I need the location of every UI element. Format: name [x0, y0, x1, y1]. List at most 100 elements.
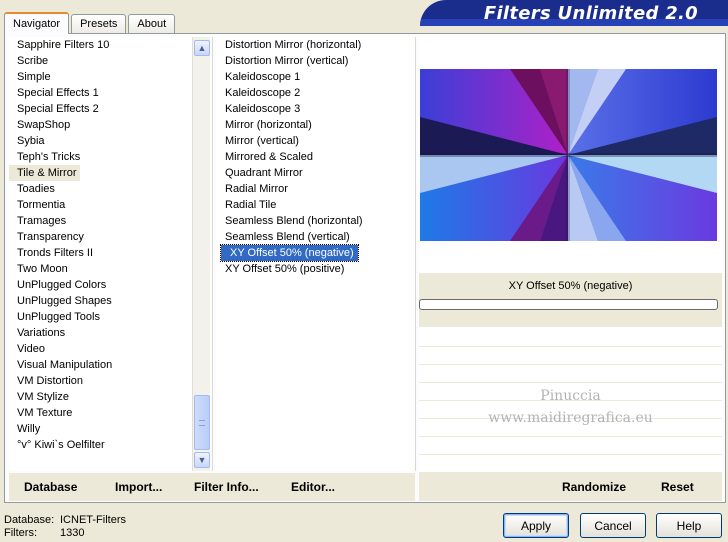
filter-label: Kaleidoscope 2 [225, 87, 301, 99]
category-label: VM Texture [17, 407, 73, 419]
database-label: Database: [4, 514, 55, 526]
bottom-toolbar-right: Randomize Reset [419, 473, 722, 501]
category-item[interactable]: VM Distortion [9, 373, 192, 389]
tab-strip: Navigator Presets About [4, 11, 177, 34]
filter-item[interactable]: Kaleidoscope 1 [216, 69, 413, 85]
navigator-panel: Sapphire Filters 10 Scribe Simple Special E… [4, 33, 726, 503]
category-item[interactable]: Tronds Filters II [9, 245, 192, 261]
category-item[interactable]: Sapphire Filters 10 [9, 37, 192, 53]
randomize-button[interactable]: Randomize [562, 480, 626, 494]
category-item[interactable]: UnPlugged Tools [9, 309, 192, 325]
category-label: UnPlugged Colors [17, 279, 107, 291]
filter-label: Seamless Blend (vertical) [225, 231, 350, 243]
category-item[interactable]: VM Texture [9, 405, 192, 421]
category-item[interactable]: Two Moon [9, 261, 192, 277]
filter-item[interactable]: Mirrored & Scaled [216, 149, 413, 165]
reset-button[interactable]: Reset [661, 480, 694, 494]
progress-track [419, 299, 718, 310]
filter-label: XY Offset 50% (negative) [220, 244, 359, 262]
category-item[interactable]: UnPlugged Shapes [9, 293, 192, 309]
filter-item[interactable]: Distortion Mirror (horizontal) [216, 37, 413, 53]
category-label: Transparency [17, 231, 84, 243]
filter-item[interactable]: XY Offset 50% (positive) [216, 261, 413, 277]
category-label: Teph's Tricks [17, 151, 81, 163]
category-item[interactable]: UnPlugged Colors [9, 277, 192, 293]
title-banner: Filters Unlimited 2.0 [420, 0, 728, 26]
progress-bar [419, 299, 722, 327]
filter-label: Quadrant Mirror [225, 167, 303, 179]
category-item[interactable]: Simple [9, 69, 192, 85]
category-item[interactable]: Special Effects 2 [9, 101, 192, 117]
category-label: Video [17, 343, 45, 355]
filter-label: Mirrored & Scaled [225, 151, 314, 163]
filter-item[interactable]: Mirror (horizontal) [216, 117, 413, 133]
category-list[interactable]: Sapphire Filters 10 Scribe Simple Special E… [9, 37, 192, 471]
category-label: Tramages [17, 215, 67, 227]
category-item[interactable]: SwapShop [9, 117, 192, 133]
category-item[interactable]: Transparency [9, 229, 192, 245]
category-item[interactable]: Willy [9, 421, 192, 437]
filter-list[interactable]: Distortion Mirror (horizontal) Distortion… [216, 37, 413, 471]
database-button[interactable]: Database [24, 480, 77, 494]
filter-item[interactable]: Radial Mirror [216, 181, 413, 197]
divider [415, 37, 416, 471]
category-item[interactable]: Tramages [9, 213, 192, 229]
filter-item[interactable]: Quadrant Mirror [216, 165, 413, 181]
category-label: Tronds Filters II [17, 247, 93, 259]
preview-area: XY Offset 50% (negative) Pinuccia www.ma… [419, 37, 722, 499]
tab-navigator[interactable]: Navigator [4, 12, 70, 34]
filter-item[interactable]: Kaleidoscope 2 [216, 85, 413, 101]
category-scrollbar[interactable]: ▲ ▼ [192, 37, 210, 471]
apply-button[interactable]: Apply [503, 513, 569, 538]
category-label: Visual Manipulation [17, 359, 113, 371]
category-item[interactable]: VM Stylize [9, 389, 192, 405]
chevron-down-icon[interactable]: ▼ [194, 452, 210, 468]
help-button[interactable]: Help [656, 513, 722, 538]
category-item[interactable]: Teph's Tricks [9, 149, 192, 165]
import-button[interactable]: Import... [115, 480, 162, 494]
category-item[interactable]: Tile & Mirror [9, 165, 192, 181]
filter-item[interactable]: Seamless Blend (vertical) [216, 229, 413, 245]
tab-presets[interactable]: Presets [71, 14, 127, 33]
banner-title: Filters Unlimited 2.0 [483, 2, 698, 24]
category-label: Tile & Mirror [9, 165, 81, 181]
bottom-toolbar: Database Import... Filter Info... Editor… [9, 473, 415, 501]
category-item[interactable]: Scribe [9, 53, 192, 69]
filter-item[interactable]: Distortion Mirror (vertical) [216, 53, 413, 69]
category-label: Special Effects 1 [17, 87, 99, 99]
category-label: °v° Kiwi`s Oelfilter [17, 439, 105, 451]
cancel-button[interactable]: Cancel [580, 513, 646, 538]
category-label: Simple [17, 71, 51, 83]
header: Navigator Presets About Filters Unlimite… [0, 0, 728, 34]
category-item[interactable]: °v° Kiwi`s Oelfilter [9, 437, 192, 453]
chevron-up-icon[interactable]: ▲ [194, 40, 210, 56]
category-label: Special Effects 2 [17, 103, 99, 115]
parameter-row [419, 329, 722, 347]
filter-label: Mirror (horizontal) [225, 119, 312, 131]
scrollbar-thumb[interactable] [194, 395, 210, 450]
category-item[interactable]: Video [9, 341, 192, 357]
database-info: Database: ICNET-Filters Filters: 1330 [4, 514, 126, 540]
parameter-row [419, 347, 722, 365]
filter-item[interactable]: Seamless Blend (horizontal) [216, 213, 413, 229]
parameter-row [419, 365, 722, 383]
filter-item[interactable]: Kaleidoscope 3 [216, 101, 413, 117]
filter-item[interactable]: Radial Tile [216, 197, 413, 213]
filter-info-button[interactable]: Filter Info... [194, 480, 259, 494]
category-item[interactable]: Variations [9, 325, 192, 341]
filter-label: Distortion Mirror (horizontal) [225, 39, 362, 51]
watermark-name: Pinuccia [540, 388, 601, 404]
category-item[interactable]: Visual Manipulation [9, 357, 192, 373]
category-item[interactable]: Sybia [9, 133, 192, 149]
tab-about[interactable]: About [128, 14, 176, 33]
filter-item[interactable]: XY Offset 50% (negative) [216, 244, 413, 262]
filter-label: Distortion Mirror (vertical) [225, 55, 349, 67]
category-item[interactable]: Tormentia [9, 197, 192, 213]
filter-label: Seamless Blend (horizontal) [225, 215, 363, 227]
parameter-row [419, 437, 722, 455]
editor-button[interactable]: Editor... [291, 480, 335, 494]
filters-count: 1330 [60, 527, 85, 539]
category-item[interactable]: Toadies [9, 181, 192, 197]
filter-item[interactable]: Mirror (vertical) [216, 133, 413, 149]
category-item[interactable]: Special Effects 1 [9, 85, 192, 101]
